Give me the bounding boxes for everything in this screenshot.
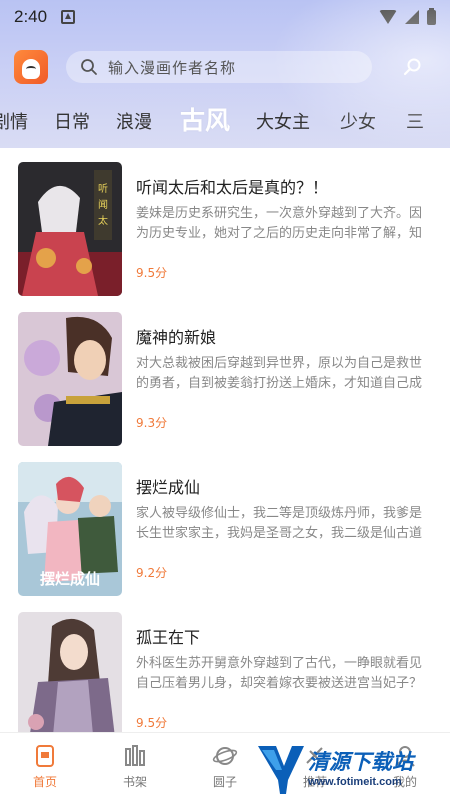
watermark-url: www.fotimeit.com bbox=[308, 776, 402, 788]
watermark: 清源下载站 www.fotimeit.com bbox=[256, 740, 446, 798]
comic-score: 9.5分 bbox=[136, 266, 168, 280]
header: 2:40 输入漫画作者名称 剧情 日常 浪漫 古风 大女主 少女 三 bbox=[0, 0, 450, 148]
svg-text:听: 听 bbox=[98, 183, 108, 195]
watermark-text: 清源下载站 bbox=[308, 750, 413, 774]
comic-cover[interactable]: 听 闻 太 bbox=[18, 162, 122, 296]
tab-shoujo[interactable]: 少女 bbox=[340, 108, 376, 142]
list-item[interactable]: 魔神的新娘 对大总裁被困后穿越到异世界，原以为自己是救世的勇者，自到被姜翁打扮送… bbox=[0, 298, 450, 448]
wifi-icon bbox=[379, 10, 397, 24]
nav-circle-label: 圆子 bbox=[212, 775, 237, 789]
magnifier-scan-icon bbox=[403, 58, 421, 76]
tab-more[interactable]: 三 bbox=[406, 108, 424, 142]
notification-icon bbox=[61, 10, 76, 24]
tab-daily[interactable]: 日常 bbox=[54, 108, 90, 142]
planet-icon bbox=[212, 747, 238, 765]
comic-cover[interactable] bbox=[18, 312, 122, 446]
status-icons bbox=[379, 7, 436, 25]
comic-list: 听 闻 太 听闻太后和太后是真的？！ 姜妹是历史系研究生，一次意外穿越到了大齐。… bbox=[0, 148, 450, 732]
app-logo-avatar[interactable] bbox=[14, 50, 48, 84]
category-tabs: 剧情 日常 浪漫 古风 大女主 少女 三 bbox=[0, 100, 450, 142]
comic-title[interactable]: 魔神的新娘 bbox=[136, 324, 436, 348]
search-placeholder: 输入漫画作者名称 bbox=[108, 58, 237, 77]
search-icon bbox=[81, 59, 97, 75]
home-icon bbox=[36, 745, 54, 767]
svg-text:摆烂成仙: 摆烂成仙 bbox=[40, 570, 100, 588]
comic-score: 9.2分 bbox=[136, 566, 168, 580]
nav-home[interactable]: 首页 bbox=[0, 733, 90, 800]
tab-heroine[interactable]: 大女主 bbox=[256, 108, 310, 142]
nav-bookshelf-label: 书架 bbox=[122, 775, 147, 789]
comic-description: 对大总裁被困后穿越到异世界，原以为自己是救世的勇者，自到被姜翁打扮送上婚床，才知… bbox=[136, 356, 423, 391]
search-input[interactable]: 输入漫画作者名称 bbox=[66, 51, 372, 83]
comic-score: 9.3分 bbox=[136, 416, 168, 430]
scan-button[interactable] bbox=[396, 50, 430, 84]
battery-icon bbox=[427, 7, 436, 25]
list-item[interactable]: 听 闻 太 听闻太后和太后是真的？！ 姜妹是历史系研究生，一次意外穿越到了大齐。… bbox=[0, 148, 450, 298]
comic-description: 姜妹是历史系研究生，一次意外穿越到了大齐。因为历史专业，她对了之后的历史走向非常… bbox=[136, 206, 423, 241]
tab-drama[interactable]: 剧情 bbox=[0, 108, 28, 142]
tab-romance[interactable]: 浪漫 bbox=[116, 108, 152, 142]
comic-description: 家人被导级修仙士，我二等是顶级炼丹师，我爹是长生世家家主，我妈是圣哥之女，我二级… bbox=[136, 506, 423, 541]
status-time: 2:40 bbox=[14, 7, 48, 26]
status-bar: 2:40 bbox=[0, 0, 450, 34]
bookshelf-icon bbox=[125, 745, 145, 766]
comic-title[interactable]: 听闻太后和太后是真的？！ bbox=[136, 174, 436, 198]
svg-text:太: 太 bbox=[98, 214, 108, 227]
svg-text:闻: 闻 bbox=[98, 198, 108, 211]
comic-description: 外科医生苏开舅意外穿越到了古代，一睁眼就看见自己压着男儿身，却突着嫁衣要被送进宫… bbox=[136, 656, 423, 691]
comic-score: 9.5分 bbox=[136, 716, 168, 730]
comic-cover[interactable]: 摆烂成仙 bbox=[18, 462, 122, 596]
comic-title[interactable]: 孤王在下 bbox=[136, 624, 436, 648]
tab-ancient-style[interactable]: 古风 bbox=[180, 101, 230, 142]
search-row: 输入漫画作者名称 bbox=[0, 48, 450, 88]
comic-cover[interactable] bbox=[18, 612, 122, 732]
list-item[interactable]: 摆烂成仙 摆烂成仙 家人被导级修仙士，我二等是顶级炼丹师，我爹是长生世家家主，我… bbox=[0, 448, 450, 598]
list-item[interactable]: 孤王在下 外科医生苏开舅意外穿越到了古代，一睁眼就看见自己压着男儿身，却突着嫁衣… bbox=[0, 598, 450, 732]
nav-home-label: 首页 bbox=[32, 775, 57, 789]
nav-bookshelf[interactable]: 书架 bbox=[90, 733, 180, 800]
signal-icon bbox=[405, 10, 419, 24]
watermark-logo-icon bbox=[258, 746, 304, 794]
comic-title[interactable]: 摆烂成仙 bbox=[136, 474, 436, 498]
